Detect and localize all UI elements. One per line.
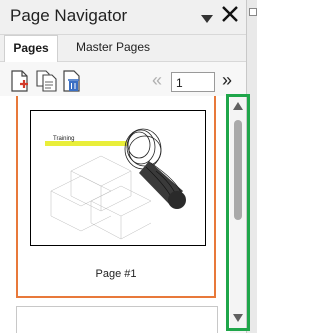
tab-bar: Pages Master Pages xyxy=(0,35,246,62)
page-thumbnail-card-next[interactable] xyxy=(16,306,218,333)
vertical-scrollbar[interactable] xyxy=(230,96,246,333)
delete-page-icon[interactable] xyxy=(62,70,82,92)
next-page-button[interactable]: » xyxy=(222,70,232,91)
panel-title-bar: Page Navigator xyxy=(0,0,246,35)
previous-page-button[interactable]: « xyxy=(152,70,162,91)
scroll-down-icon[interactable] xyxy=(233,314,243,322)
tab-pages[interactable]: Pages xyxy=(4,35,58,62)
panel-title: Page Navigator xyxy=(10,6,128,25)
window-edge xyxy=(246,0,257,333)
page-label: Page #1 xyxy=(95,268,137,280)
page-toolbar: « 1 » xyxy=(0,62,246,96)
add-page-icon[interactable] xyxy=(10,70,30,92)
tab-master-pages[interactable]: Master Pages xyxy=(70,35,156,61)
page-thumbnail-card[interactable]: Training Page #1 xyxy=(16,96,216,298)
triangle-down-icon[interactable] xyxy=(201,11,213,29)
duplicate-page-icon[interactable] xyxy=(36,70,57,92)
window-corner-icon xyxy=(249,8,257,16)
scrollbar-thumb[interactable] xyxy=(234,120,242,220)
close-icon[interactable] xyxy=(221,5,239,27)
svg-text:Training: Training xyxy=(53,136,74,142)
page-number-input[interactable]: 1 xyxy=(171,72,215,92)
scroll-up-icon[interactable] xyxy=(233,102,243,110)
page-thumbnail: Training xyxy=(30,110,206,246)
page-list: Training Page #1 xyxy=(0,96,232,333)
